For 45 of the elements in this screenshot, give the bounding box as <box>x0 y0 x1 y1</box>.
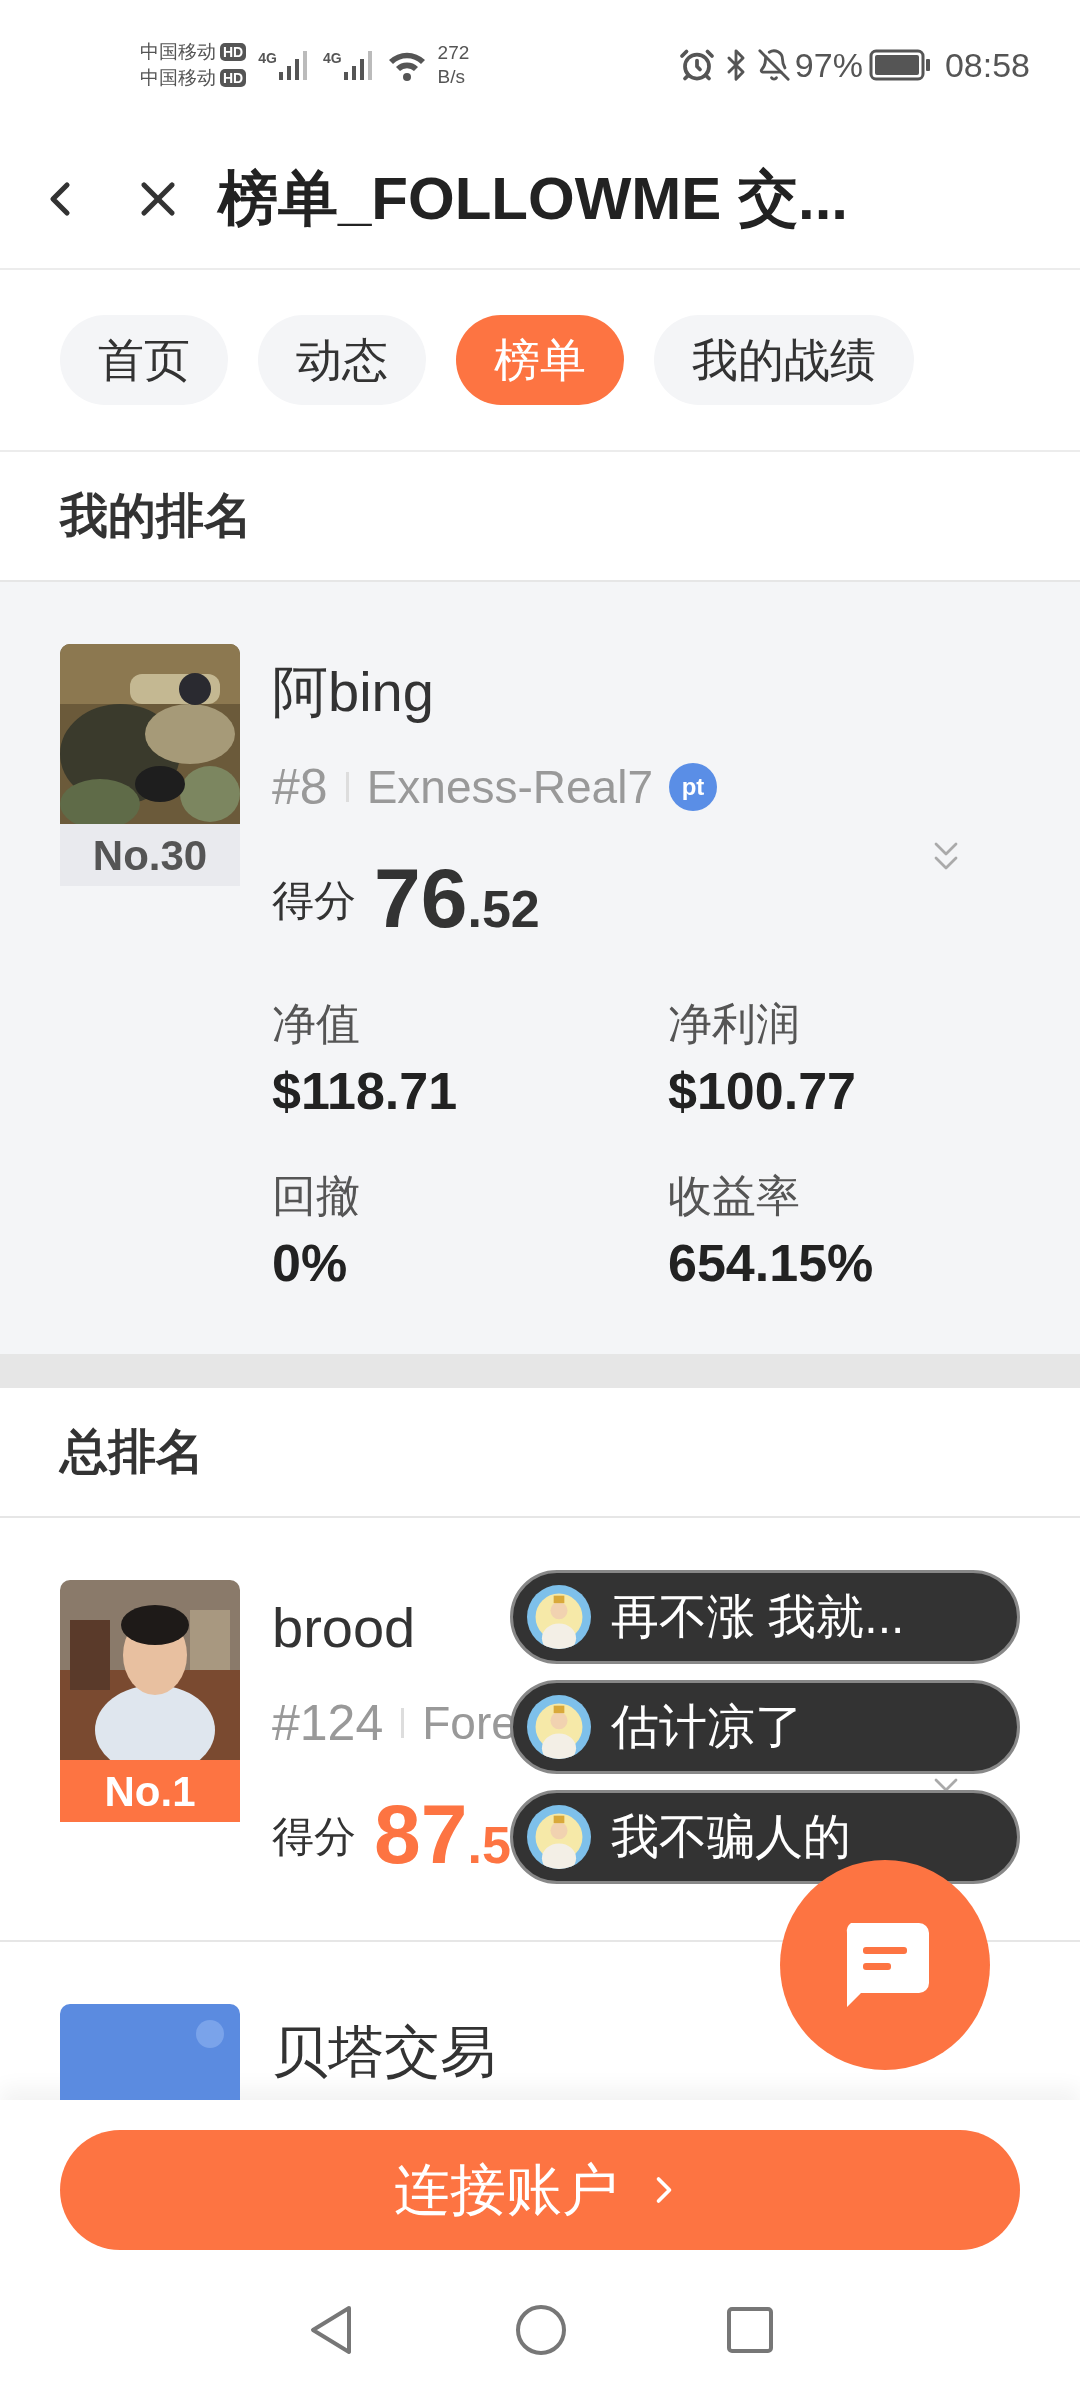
stat-label: 净利润 <box>668 998 801 1050</box>
home-nav-icon[interactable] <box>515 2304 567 2356</box>
network-speed-unit: B/s <box>437 65 467 89</box>
chat-message: 再不涨 我就... <box>611 1589 905 1645</box>
trader-position: #8 <box>272 757 328 817</box>
stat-label: 净值 <box>272 998 361 1050</box>
stat-label: 收益率 <box>668 1170 801 1222</box>
page-title: 榜单_FOLLOWME 交... <box>218 164 848 234</box>
mute-icon <box>756 48 791 82</box>
network-label: 4G <box>322 49 342 68</box>
score-value: 76.52 <box>374 856 540 940</box>
broker-name: Exness-Real7 <box>366 759 653 815</box>
section-heading: 我的排名 <box>60 488 252 544</box>
clock: 08:58 <box>944 44 1030 86</box>
trader-name: brood <box>272 1595 416 1661</box>
stat-value: $100.77 <box>668 1061 857 1122</box>
rank-badge: No.1 <box>60 1760 240 1822</box>
battery-level: 97% <box>794 44 863 86</box>
recents-nav-icon[interactable] <box>727 2307 773 2353</box>
alarm-icon <box>678 47 715 83</box>
hd-badge: HD <box>220 43 247 61</box>
stat-value: $118.71 <box>272 1061 459 1122</box>
carrier-name: 中国移动 <box>140 40 216 64</box>
network-label: 4G <box>258 49 277 68</box>
tab[interactable]: 我的战绩 <box>654 315 914 405</box>
chat-message: 估计凉了 <box>611 1699 803 1755</box>
broker-badge: pt <box>669 763 717 811</box>
network-speed: 272 <box>437 41 470 65</box>
score-label: 得分 <box>272 1812 356 1862</box>
rank-badge: No.30 <box>60 824 240 886</box>
score-label: 得分 <box>272 876 356 926</box>
stat-value: 654.15% <box>668 1233 875 1294</box>
trader-name: 阿bing <box>272 659 434 725</box>
tab[interactable]: 动态 <box>258 315 426 405</box>
tab[interactable]: 首页 <box>60 315 228 405</box>
carrier-name: 中国移动 <box>140 66 216 90</box>
battery-icon <box>868 49 931 81</box>
stat-value: 0% <box>272 1233 349 1294</box>
chat-message: 我不骗人的 <box>611 1809 851 1865</box>
stat-label: 回撤 <box>272 1170 361 1222</box>
score-value: 87.5 <box>374 1792 511 1876</box>
hd-badge: HD <box>220 69 247 87</box>
section-heading: 总排名 <box>60 1424 204 1480</box>
trader-name: 贝塔交易 <box>272 2019 496 2085</box>
trader-position: #124 <box>272 1693 384 1753</box>
